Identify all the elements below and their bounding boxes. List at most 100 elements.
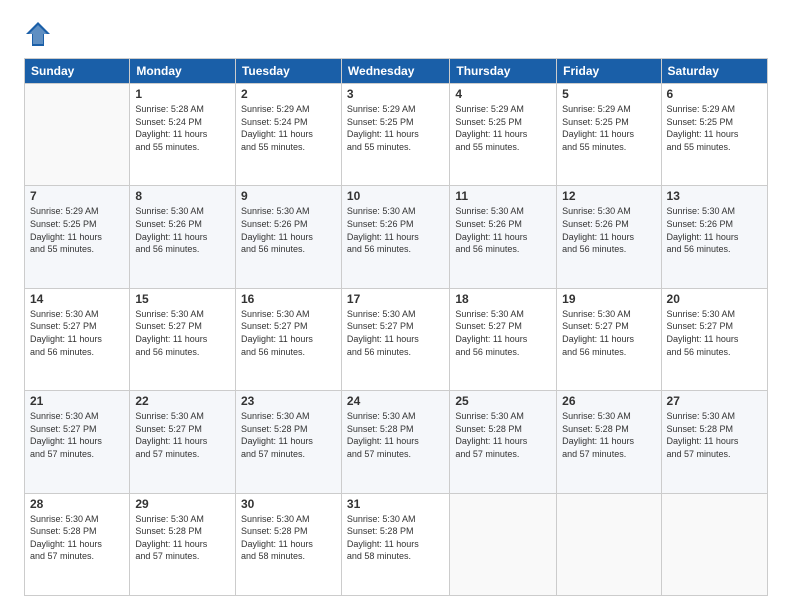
calendar-cell: 10 Sunrise: 5:30 AM Sunset: 5:26 PM Dayli… bbox=[341, 186, 449, 288]
day-number: 28 bbox=[30, 497, 124, 511]
calendar-cell: 9Sunrise: 5:30 AM Sunset: 5:26 PM Daylig… bbox=[235, 186, 341, 288]
calendar-cell: 2 Sunrise: 5:29 AM Sunset: 5:24 PM Daylig… bbox=[235, 84, 341, 186]
calendar-cell: 31Sunrise: 5:30 AM Sunset: 5:28 PM Dayli… bbox=[341, 493, 449, 595]
calendar-cell: 11 Sunrise: 5:30 AM Sunset: 5:26 PM Dayli… bbox=[450, 186, 557, 288]
calendar-cell: 24Sunrise: 5:30 AM Sunset: 5:28 PM Dayli… bbox=[341, 391, 449, 493]
day-info: Sunrise: 5:30 AM Sunset: 5:27 PM Dayligh… bbox=[30, 410, 124, 460]
header bbox=[24, 20, 768, 48]
day-info: Sunrise: 5:30 AM Sunset: 5:27 PM Dayligh… bbox=[347, 308, 444, 358]
day-number: 17 bbox=[347, 292, 444, 306]
day-number: 15 bbox=[135, 292, 230, 306]
day-info: Sunrise: 5:29 AM Sunset: 5:25 PM Dayligh… bbox=[667, 103, 762, 153]
weekday-header-tuesday: Tuesday bbox=[235, 59, 341, 84]
weekday-header-sunday: Sunday bbox=[25, 59, 130, 84]
day-info: Sunrise: 5:30 AM Sunset: 5:27 PM Dayligh… bbox=[562, 308, 655, 358]
logo-icon bbox=[24, 20, 52, 48]
day-info: Sunrise: 5:30 AM Sunset: 5:27 PM Dayligh… bbox=[30, 308, 124, 358]
day-info: Sunrise: 5:30 AM Sunset: 5:27 PM Dayligh… bbox=[667, 308, 762, 358]
day-number: 27 bbox=[667, 394, 762, 408]
calendar-cell: 5 Sunrise: 5:29 AM Sunset: 5:25 PM Daylig… bbox=[557, 84, 661, 186]
day-info: Sunrise: 5:28 AM Sunset: 5:24 PM Dayligh… bbox=[135, 103, 230, 153]
day-number: 20 bbox=[667, 292, 762, 306]
day-info: Sunrise: 5:30 AM Sunset: 5:28 PM Dayligh… bbox=[455, 410, 551, 460]
day-number: 19 bbox=[562, 292, 655, 306]
calendar-cell: 16Sunrise: 5:30 AM Sunset: 5:27 PM Dayli… bbox=[235, 288, 341, 390]
day-info: Sunrise: 5:30 AM Sunset: 5:26 PM Dayligh… bbox=[455, 205, 551, 255]
calendar-cell: 26 Sunrise: 5:30 AM Sunset: 5:28 PM Dayli… bbox=[557, 391, 661, 493]
calendar-cell: 7 Sunrise: 5:29 AM Sunset: 5:25 PM Daylig… bbox=[25, 186, 130, 288]
day-info: Sunrise: 5:29 AM Sunset: 5:25 PM Dayligh… bbox=[30, 205, 124, 255]
day-number: 9 bbox=[241, 189, 336, 203]
day-number: 12 bbox=[562, 189, 655, 203]
day-number: 14 bbox=[30, 292, 124, 306]
calendar-cell: 17 Sunrise: 5:30 AM Sunset: 5:27 PM Dayli… bbox=[341, 288, 449, 390]
calendar-cell: 14 Sunrise: 5:30 AM Sunset: 5:27 PM Dayli… bbox=[25, 288, 130, 390]
calendar-cell: 28 Sunrise: 5:30 AM Sunset: 5:28 PM Dayli… bbox=[25, 493, 130, 595]
day-info: Sunrise: 5:30 AM Sunset: 5:27 PM Dayligh… bbox=[135, 410, 230, 460]
day-info: Sunrise: 5:30 AM Sunset: 5:27 PM Dayligh… bbox=[241, 308, 336, 358]
calendar-cell: 30 Sunrise: 5:30 AM Sunset: 5:28 PM Dayli… bbox=[235, 493, 341, 595]
weekday-header-thursday: Thursday bbox=[450, 59, 557, 84]
weekday-header-monday: Monday bbox=[130, 59, 236, 84]
calendar-week-1: 1 Sunrise: 5:28 AM Sunset: 5:24 PM Daylig… bbox=[25, 84, 768, 186]
calendar-cell: 3Sunrise: 5:29 AM Sunset: 5:25 PM Daylig… bbox=[341, 84, 449, 186]
day-number: 7 bbox=[30, 189, 124, 203]
day-info: Sunrise: 5:29 AM Sunset: 5:24 PM Dayligh… bbox=[241, 103, 336, 153]
calendar-week-2: 7 Sunrise: 5:29 AM Sunset: 5:25 PM Daylig… bbox=[25, 186, 768, 288]
calendar-cell: 20 Sunrise: 5:30 AM Sunset: 5:27 PM Dayli… bbox=[661, 288, 767, 390]
day-info: Sunrise: 5:30 AM Sunset: 5:28 PM Dayligh… bbox=[667, 410, 762, 460]
day-info: Sunrise: 5:30 AM Sunset: 5:26 PM Dayligh… bbox=[667, 205, 762, 255]
day-number: 1 bbox=[135, 87, 230, 101]
day-info: Sunrise: 5:29 AM Sunset: 5:25 PM Dayligh… bbox=[455, 103, 551, 153]
calendar-week-4: 21 Sunrise: 5:30 AM Sunset: 5:27 PM Dayli… bbox=[25, 391, 768, 493]
calendar-cell bbox=[557, 493, 661, 595]
calendar-cell: 22 Sunrise: 5:30 AM Sunset: 5:27 PM Dayli… bbox=[130, 391, 236, 493]
day-info: Sunrise: 5:29 AM Sunset: 5:25 PM Dayligh… bbox=[347, 103, 444, 153]
calendar-cell: 29 Sunrise: 5:30 AM Sunset: 5:28 PM Dayli… bbox=[130, 493, 236, 595]
day-info: Sunrise: 5:30 AM Sunset: 5:28 PM Dayligh… bbox=[562, 410, 655, 460]
calendar-cell: 4 Sunrise: 5:29 AM Sunset: 5:25 PM Daylig… bbox=[450, 84, 557, 186]
day-info: Sunrise: 5:30 AM Sunset: 5:28 PM Dayligh… bbox=[30, 513, 124, 563]
calendar-cell: 19 Sunrise: 5:30 AM Sunset: 5:27 PM Dayli… bbox=[557, 288, 661, 390]
calendar-cell: 27 Sunrise: 5:30 AM Sunset: 5:28 PM Dayli… bbox=[661, 391, 767, 493]
day-info: Sunrise: 5:30 AM Sunset: 5:28 PM Dayligh… bbox=[241, 410, 336, 460]
calendar-week-3: 14 Sunrise: 5:30 AM Sunset: 5:27 PM Dayli… bbox=[25, 288, 768, 390]
weekday-header-saturday: Saturday bbox=[661, 59, 767, 84]
day-info: Sunrise: 5:30 AM Sunset: 5:26 PM Dayligh… bbox=[347, 205, 444, 255]
calendar-header-row: SundayMondayTuesdayWednesdayThursdayFrid… bbox=[25, 59, 768, 84]
calendar-cell: 12 Sunrise: 5:30 AM Sunset: 5:26 PM Dayli… bbox=[557, 186, 661, 288]
calendar-cell bbox=[450, 493, 557, 595]
day-number: 10 bbox=[347, 189, 444, 203]
day-number: 5 bbox=[562, 87, 655, 101]
day-number: 30 bbox=[241, 497, 336, 511]
calendar-table: SundayMondayTuesdayWednesdayThursdayFrid… bbox=[24, 58, 768, 596]
day-number: 8 bbox=[135, 189, 230, 203]
calendar-cell: 6 Sunrise: 5:29 AM Sunset: 5:25 PM Daylig… bbox=[661, 84, 767, 186]
day-number: 22 bbox=[135, 394, 230, 408]
day-number: 21 bbox=[30, 394, 124, 408]
day-number: 26 bbox=[562, 394, 655, 408]
calendar-week-5: 28 Sunrise: 5:30 AM Sunset: 5:28 PM Dayli… bbox=[25, 493, 768, 595]
calendar-cell: 25Sunrise: 5:30 AM Sunset: 5:28 PM Dayli… bbox=[450, 391, 557, 493]
day-number: 4 bbox=[455, 87, 551, 101]
day-number: 6 bbox=[667, 87, 762, 101]
calendar-cell bbox=[661, 493, 767, 595]
calendar-cell: 13Sunrise: 5:30 AM Sunset: 5:26 PM Dayli… bbox=[661, 186, 767, 288]
calendar-cell: 15 Sunrise: 5:30 AM Sunset: 5:27 PM Dayli… bbox=[130, 288, 236, 390]
day-number: 29 bbox=[135, 497, 230, 511]
day-info: Sunrise: 5:30 AM Sunset: 5:26 PM Dayligh… bbox=[135, 205, 230, 255]
calendar-cell: 23Sunrise: 5:30 AM Sunset: 5:28 PM Dayli… bbox=[235, 391, 341, 493]
day-info: Sunrise: 5:30 AM Sunset: 5:28 PM Dayligh… bbox=[241, 513, 336, 563]
day-info: Sunrise: 5:30 AM Sunset: 5:27 PM Dayligh… bbox=[135, 308, 230, 358]
day-info: Sunrise: 5:30 AM Sunset: 5:28 PM Dayligh… bbox=[347, 410, 444, 460]
calendar-cell: 21 Sunrise: 5:30 AM Sunset: 5:27 PM Dayli… bbox=[25, 391, 130, 493]
weekday-header-wednesday: Wednesday bbox=[341, 59, 449, 84]
day-info: Sunrise: 5:29 AM Sunset: 5:25 PM Dayligh… bbox=[562, 103, 655, 153]
day-info: Sunrise: 5:30 AM Sunset: 5:26 PM Dayligh… bbox=[562, 205, 655, 255]
day-info: Sunrise: 5:30 AM Sunset: 5:28 PM Dayligh… bbox=[347, 513, 444, 563]
calendar-cell: 1 Sunrise: 5:28 AM Sunset: 5:24 PM Daylig… bbox=[130, 84, 236, 186]
page: SundayMondayTuesdayWednesdayThursdayFrid… bbox=[0, 0, 792, 612]
day-info: Sunrise: 5:30 AM Sunset: 5:28 PM Dayligh… bbox=[135, 513, 230, 563]
day-number: 11 bbox=[455, 189, 551, 203]
day-number: 2 bbox=[241, 87, 336, 101]
